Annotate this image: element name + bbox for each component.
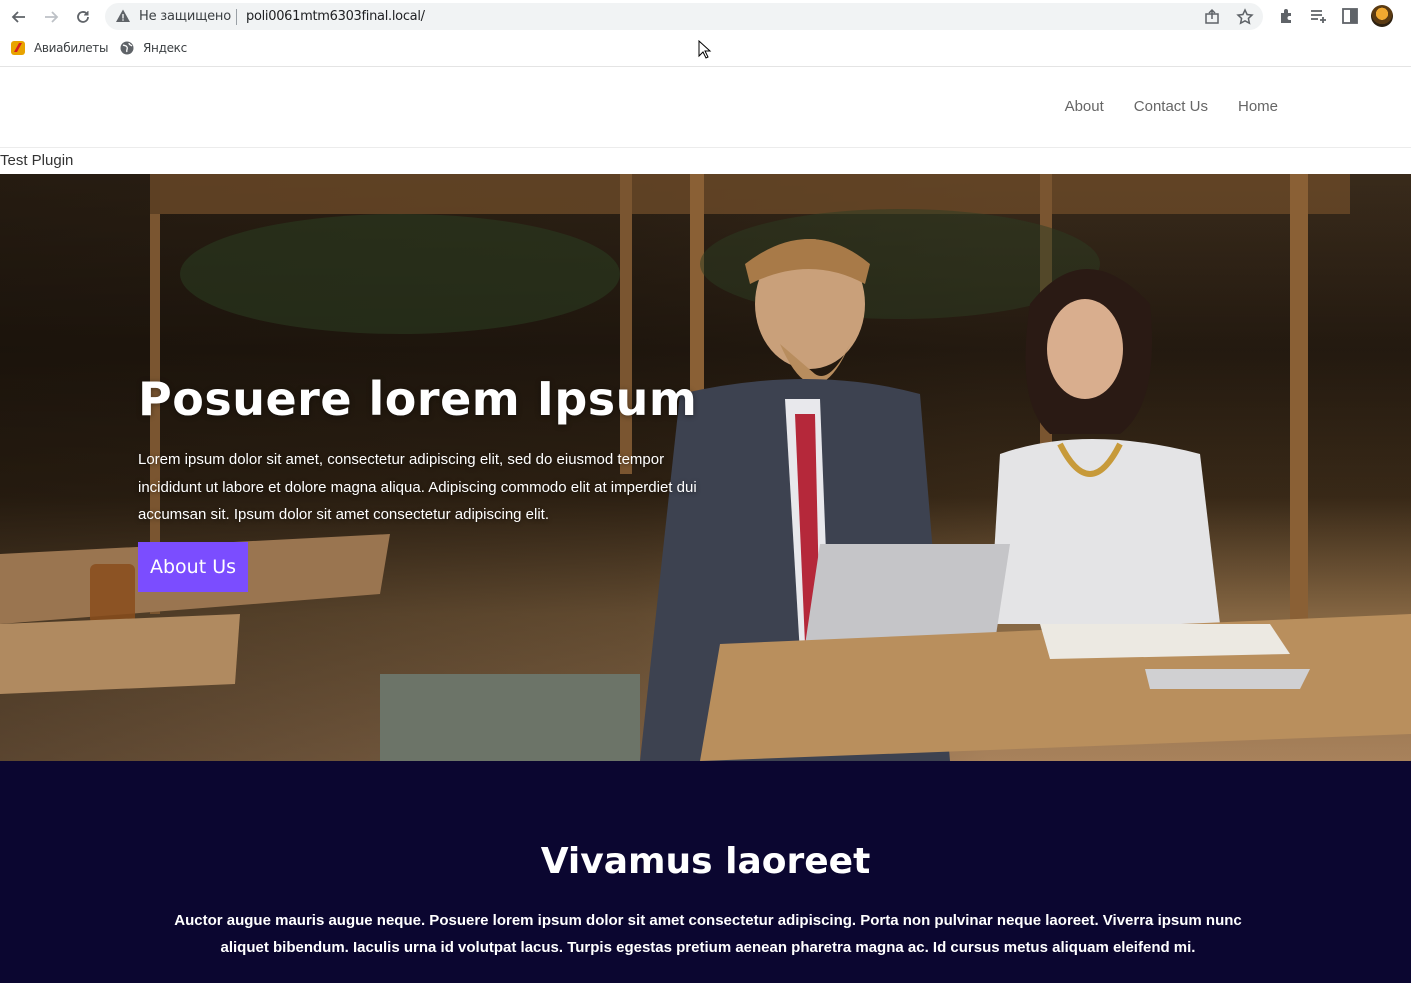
- hero-description: Lorem ipsum dolor sit amet, consectetur …: [138, 451, 697, 523]
- site-header: About Contact Us Home: [0, 67, 1411, 148]
- bookmark-yandex[interactable]: Яндекс: [119, 40, 187, 56]
- star-icon[interactable]: [1236, 8, 1254, 26]
- url-text[interactable]: poli0061mtm6303final.local/: [246, 9, 425, 24]
- hero-title: Posuere lorem Ipsum: [138, 372, 698, 426]
- arrow-left-icon: [11, 11, 25, 23]
- reload-icon: [77, 11, 89, 23]
- info-section: Vivamus laoreet Auctor augue mauris augu…: [0, 761, 1411, 983]
- forward-button[interactable]: [40, 6, 62, 28]
- section-description: Auctor augue mauris augue neque. Posuere…: [174, 912, 1242, 956]
- reading-list-icon[interactable]: [1308, 6, 1328, 26]
- reload-button[interactable]: [72, 6, 94, 28]
- browser-toolbar: Не защищено poli0061mtm6303final.local/: [0, 0, 1411, 33]
- bookmark-label: Авиабилеты: [34, 41, 109, 55]
- main-nav: About Contact Us Home: [1065, 98, 1278, 115]
- about-us-button[interactable]: About Us: [138, 542, 248, 592]
- back-button[interactable]: [8, 6, 30, 28]
- share-icon[interactable]: [1203, 8, 1221, 26]
- plugin-output-text: Test Plugin: [0, 152, 74, 169]
- bookmark-aviabilety[interactable]: Авиабилеты: [10, 40, 108, 56]
- warning-icon[interactable]: [115, 8, 131, 24]
- section-title: Vivamus laoreet: [540, 841, 871, 882]
- omnibox-divider: [236, 9, 237, 25]
- nav-about-link[interactable]: About: [1065, 98, 1104, 115]
- profile-avatar[interactable]: [1371, 5, 1393, 27]
- globe-icon: [120, 41, 134, 55]
- side-panel-icon[interactable]: [1340, 6, 1360, 26]
- hero-section: Posuere lorem Ipsum Lorem ipsum dolor si…: [0, 174, 1411, 761]
- address-bar[interactable]: Не защищено poli0061mtm6303final.local/: [105, 3, 1263, 30]
- security-label[interactable]: Не защищено: [139, 9, 231, 24]
- extensions-icon[interactable]: [1277, 6, 1297, 26]
- nav-contact-link[interactable]: Contact Us: [1134, 98, 1208, 115]
- bookmark-label: Яндекс: [143, 41, 187, 55]
- bookmark-app-icon: [11, 41, 25, 55]
- web-page: About Contact Us Home Test Plugin Posuer…: [0, 66, 1411, 983]
- mouse-cursor-icon: [698, 40, 712, 59]
- arrow-right-icon: [45, 11, 59, 23]
- nav-home-link[interactable]: Home: [1238, 98, 1278, 115]
